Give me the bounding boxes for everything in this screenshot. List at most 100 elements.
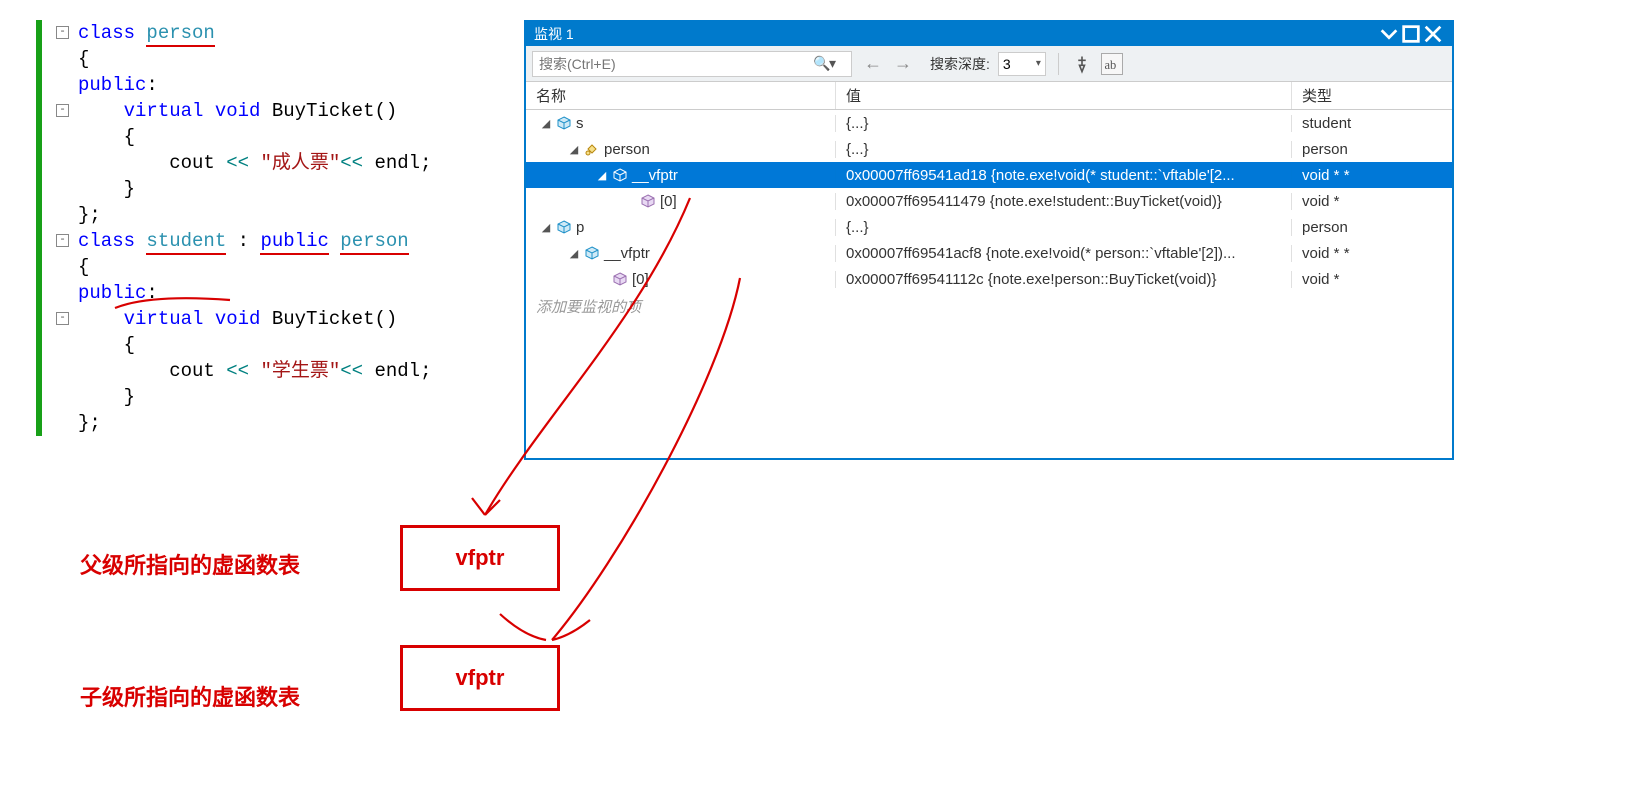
search-prev-button[interactable]: ← <box>860 53 886 74</box>
depth-label: 搜索深度: <box>930 54 990 74</box>
search-dropdown-icon[interactable]: ▾ <box>829 55 845 72</box>
fold-toggle[interactable]: - <box>56 312 69 325</box>
watch-toolbar: 🔍 ▾ ← → 搜索深度: 3 ▾ ab <box>526 46 1452 82</box>
column-type-header[interactable]: 类型 <box>1292 82 1452 109</box>
watch-row[interactable]: ◢ __vfptr0x00007ff69541ad18 {note.exe!vo… <box>526 162 1452 188</box>
code-line: { <box>46 332 496 358</box>
watch-window: 监视 1 🔍 ▾ ← → 搜索深度: 3 ▾ ab 名称 值 类型 ◢ <box>524 20 1454 460</box>
watch-row-name: ◢ person <box>526 141 836 158</box>
search-icon[interactable]: 🔍 <box>813 55 829 72</box>
watch-row-name: ◢ p <box>526 219 836 236</box>
watch-row[interactable]: ◢ person{...}person <box>526 136 1452 162</box>
obj-icon <box>584 245 600 261</box>
code-line: -class student : public person <box>46 228 496 254</box>
watch-title-text: 监视 1 <box>534 24 574 44</box>
watch-add-placeholder[interactable]: 添加要监视的项 <box>526 292 1452 321</box>
watch-var-value: {...} <box>836 115 1292 132</box>
base-icon <box>584 141 600 157</box>
watch-var-type: void * * <box>1292 245 1452 262</box>
watch-var-value: 0x00007ff69541ad18 {note.exe!void(* stud… <box>836 167 1292 184</box>
watch-row[interactable]: [0] 0x00007ff69541112c {note.exe!person::… <box>526 266 1452 292</box>
expand-toggle[interactable]: ◢ <box>568 247 580 260</box>
code-editor: -class person{public:- virtual void BuyT… <box>36 20 496 436</box>
obj-icon <box>556 115 572 131</box>
parent-vtable-label: 父级所指向的虚函数表 <box>80 548 300 580</box>
watch-row[interactable]: ◢ __vfptr0x00007ff69541acf8 {note.exe!vo… <box>526 240 1452 266</box>
code-line: - virtual void BuyTicket() <box>46 98 496 124</box>
code-line: cout << "成人票"<< endl; <box>46 150 496 176</box>
watch-columns-header: 名称 值 类型 <box>526 82 1452 110</box>
watch-row[interactable]: ◢ s{...}student <box>526 110 1452 136</box>
child-vtable-label: 子级所指向的虚函数表 <box>80 680 300 712</box>
watch-row-name: ◢ s <box>526 115 836 132</box>
code-line: { <box>46 254 496 280</box>
window-maximize-button[interactable] <box>1400 25 1422 43</box>
watch-row-name: [0] <box>526 193 836 210</box>
code-line: }; <box>46 410 496 436</box>
watch-var-type: person <box>1292 219 1452 236</box>
watch-row-name: [0] <box>526 271 836 288</box>
watch-var-name: __vfptr <box>632 167 678 184</box>
code-line: cout << "学生票"<< endl; <box>46 358 496 384</box>
watch-var-type: void * <box>1292 271 1452 288</box>
expand-toggle[interactable]: ◢ <box>596 169 608 182</box>
vfptr-box-child-text: vfptr <box>456 665 505 691</box>
watch-var-type: void * <box>1292 193 1452 210</box>
code-line: } <box>46 384 496 410</box>
code-line: { <box>46 124 496 150</box>
watch-row[interactable]: [0] 0x00007ff695411479 {note.exe!student:… <box>526 188 1452 214</box>
watch-var-value: 0x00007ff695411479 {note.exe!student::Bu… <box>836 193 1292 210</box>
obj-icon <box>556 219 572 235</box>
vfptr-box-child: vfptr <box>400 645 560 711</box>
watch-var-name: __vfptr <box>604 245 650 262</box>
column-value-header[interactable]: 值 <box>836 82 1292 109</box>
watch-var-value: {...} <box>836 219 1292 236</box>
code-line: } <box>46 176 496 202</box>
watch-var-value: 0x00007ff69541112c {note.exe!person::Buy… <box>836 271 1292 288</box>
watch-body: ◢ s{...}student◢ person{...}person◢ __vf… <box>526 110 1452 458</box>
expand-toggle[interactable]: ◢ <box>540 221 552 234</box>
watch-var-type: student <box>1292 115 1452 132</box>
chevron-down-icon: ▾ <box>1036 58 1041 69</box>
watch-var-type: person <box>1292 141 1452 158</box>
watch-var-value: 0x00007ff69541acf8 {note.exe!void(* pers… <box>836 245 1292 262</box>
search-next-button[interactable]: → <box>890 53 916 74</box>
search-input[interactable] <box>539 56 813 72</box>
depth-select[interactable]: 3 ▾ <box>998 52 1046 76</box>
watch-var-name: person <box>604 141 650 158</box>
elem-icon <box>640 193 656 209</box>
watch-row-name: ◢ __vfptr <box>526 167 836 184</box>
toolbar-separator <box>1058 53 1059 75</box>
watch-row-name: ◢ __vfptr <box>526 245 836 262</box>
pin-icon[interactable] <box>1071 53 1093 75</box>
watch-var-type: void * * <box>1292 167 1452 184</box>
vfptr-box-parent-text: vfptr <box>456 545 505 571</box>
vfptr-box-parent: vfptr <box>400 525 560 591</box>
code-line: public: <box>46 72 496 98</box>
expand-toggle[interactable]: ◢ <box>568 143 580 156</box>
obj-icon <box>612 167 628 183</box>
fold-toggle[interactable]: - <box>56 234 69 247</box>
watch-var-name: s <box>576 115 584 132</box>
window-dropdown-button[interactable] <box>1378 25 1400 43</box>
watch-row[interactable]: ◢ p{...}person <box>526 214 1452 240</box>
watch-var-value: {...} <box>836 141 1292 158</box>
code-line: { <box>46 46 496 72</box>
code-line: -class person <box>46 20 496 46</box>
window-close-button[interactable] <box>1422 25 1444 43</box>
search-box[interactable]: 🔍 ▾ <box>532 51 852 77</box>
watch-var-name: [0] <box>632 271 649 288</box>
column-name-header[interactable]: 名称 <box>526 82 836 109</box>
toggle-view-icon[interactable]: ab <box>1101 53 1123 75</box>
code-line: - virtual void BuyTicket() <box>46 306 496 332</box>
search-nav: ← → <box>860 53 916 74</box>
svg-text:ab: ab <box>1104 58 1116 72</box>
watch-var-name: [0] <box>660 193 677 210</box>
watch-titlebar[interactable]: 监视 1 <box>526 22 1452 46</box>
code-line: }; <box>46 202 496 228</box>
code-line: public: <box>46 280 496 306</box>
depth-value: 3 <box>1003 56 1011 72</box>
expand-toggle[interactable]: ◢ <box>540 117 552 130</box>
fold-toggle[interactable]: - <box>56 26 69 39</box>
fold-toggle[interactable]: - <box>56 104 69 117</box>
